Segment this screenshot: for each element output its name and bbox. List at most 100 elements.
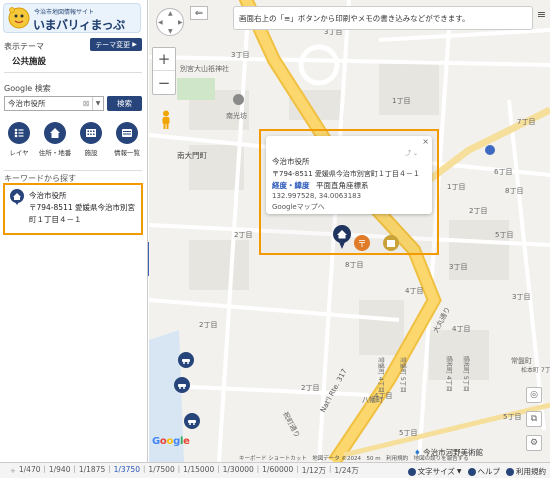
help-link[interactable]: ヘルプ	[467, 466, 501, 477]
theme-change-label: テーマ変更	[95, 40, 131, 49]
map-label: 南光坊	[226, 112, 247, 120]
pan-control[interactable]: ▲ ▼ ◀ ▶	[156, 8, 184, 36]
text-size-label: 文字サイズ	[417, 467, 455, 476]
map-label: 八幡町	[362, 396, 383, 404]
back-arrow-icon[interactable]: ⇐	[190, 6, 208, 20]
sidebar: 今治市地図情報サイト いまバリィまっぷ 表示テーマ テーマ変更 ▶ 公共施設 G…	[0, 0, 148, 462]
search-box: ⊠ ▼	[4, 96, 104, 111]
car-poi-icon[interactable]	[174, 377, 190, 393]
post-office-icon[interactable]: 〒	[354, 235, 370, 251]
map-label: 3丁目	[231, 51, 250, 59]
map-label: 3丁目	[449, 263, 468, 271]
mascot-icon	[8, 7, 30, 29]
help-icon	[467, 467, 476, 476]
city-hall-marker-icon[interactable]	[331, 224, 353, 250]
text-size-button[interactable]: 文字サイズ ▼	[407, 466, 462, 477]
map-label: 南大門町	[177, 151, 207, 160]
terms-link[interactable]: 利用規約	[506, 466, 546, 477]
map-attribution[interactable]: キーボード ショートカット 地図データ ©2024 50 m 利用規約 地図の誤…	[239, 454, 469, 462]
tool-label: 住所・地番	[38, 149, 72, 157]
scale-option[interactable]: 1/940	[46, 465, 74, 476]
scale-option[interactable]: 1/3750	[111, 465, 143, 476]
scale-option[interactable]: 1/15000	[180, 465, 217, 476]
copy-icon[interactable]: ⧉	[526, 411, 542, 427]
map-label: 3丁目	[512, 293, 531, 301]
map-label: 別宮大山祇神社	[180, 65, 229, 73]
scale-option[interactable]: 1/24万	[331, 465, 361, 476]
layers-icon	[8, 122, 30, 144]
info-message: 画面右上の「≡」ボタンから印刷やメモの書き込みなどができます。	[233, 6, 533, 30]
map-label: 5丁目	[399, 429, 418, 437]
map-label: 6丁目	[494, 168, 513, 176]
footer-links: 文字サイズ ▼ ヘルプ 利用規約	[407, 466, 546, 477]
tool-layers[interactable]: レイヤ	[1, 122, 37, 157]
clear-icon[interactable]: ⊠	[80, 98, 92, 110]
tool-label: レイヤ	[9, 149, 29, 157]
share-icon[interactable]: ⤴︎ ⌄	[405, 148, 418, 157]
map-label: 2丁目	[469, 207, 488, 215]
play-icon: ▶	[132, 41, 137, 48]
terms-label: 利用規約	[516, 467, 546, 476]
map-area[interactable]: 3丁目 3丁目 別宮大山祇神社 南光坊 南大門町 1丁目 2丁目 2丁目 2丁目…	[149, 0, 550, 462]
map-label: 照和町 4丁目	[445, 356, 452, 392]
home-icon	[44, 122, 66, 144]
help-label: ヘルプ	[477, 467, 501, 476]
theme-change-button[interactable]: テーマ変更 ▶	[90, 38, 142, 51]
search-input[interactable]	[5, 99, 80, 108]
map-label: 常盤町 5丁目	[399, 357, 406, 393]
coord-system-link[interactable]: 平面直角座標系	[316, 180, 369, 191]
chevron-down-icon[interactable]: ▼	[92, 97, 103, 110]
popup-coordinates: 132.997528, 34.0063183	[272, 192, 362, 200]
tool-address[interactable]: 住所・地番	[37, 122, 73, 157]
google-maps-link[interactable]: Googleマップへ	[272, 202, 325, 212]
scale-option[interactable]: 1/7500	[145, 465, 177, 476]
site-logo[interactable]: 今治市地図情報サイト いまバリィまっぷ	[3, 3, 141, 33]
zoom-out-button[interactable]: −	[153, 71, 175, 94]
car-poi-icon[interactable]	[184, 413, 200, 429]
gear-icon[interactable]: ⚙	[526, 435, 542, 451]
scale-option[interactable]: 1/12万	[299, 465, 329, 476]
map-label: 2丁目	[234, 231, 253, 239]
zoom-control: + −	[152, 47, 176, 95]
tool-info-list[interactable]: 情報一覧	[109, 122, 145, 157]
map-label: 松本町 7丁目	[521, 367, 550, 374]
close-icon[interactable]: ×	[422, 137, 429, 146]
search-result-item[interactable]: 今治市役所 〒794-8511 愛媛県今治市別宮町１丁目４－１	[3, 183, 143, 235]
map-label: 5丁目	[495, 231, 514, 239]
list-icon	[116, 122, 138, 144]
poi-icon	[485, 145, 495, 155]
menu-icon[interactable]: ≡	[535, 8, 548, 21]
tool-label: 施設	[84, 149, 98, 157]
map-label: 2丁目	[301, 384, 320, 392]
map-label: 4丁目	[405, 287, 424, 295]
map-label: 8丁目	[345, 261, 364, 269]
scale-option[interactable]: 1/470	[16, 465, 44, 476]
map-label: 4丁目	[452, 325, 471, 333]
result-name: 今治市役所	[29, 191, 67, 200]
divider	[4, 72, 142, 73]
map-label: 2丁目	[199, 321, 218, 329]
google-logo: Google	[152, 436, 190, 447]
scale-option[interactable]: 1/1875	[76, 465, 108, 476]
map-label: 常盤町 4丁目	[377, 357, 384, 393]
building-icon	[80, 122, 102, 144]
car-poi-icon[interactable]	[178, 352, 194, 368]
logo-subtitle: 今治市地図情報サイト	[34, 9, 95, 16]
map-label: 照和町 5丁目	[462, 356, 469, 392]
scale-option[interactable]: 1/60000	[259, 465, 296, 476]
text-size-icon	[407, 467, 416, 476]
map-label: 1丁目	[447, 183, 466, 191]
search-button[interactable]: 検索	[107, 96, 142, 111]
tool-facility[interactable]: 施設	[73, 122, 109, 157]
map-label: 1丁目	[392, 97, 411, 105]
location-icon[interactable]: ◎	[526, 387, 542, 403]
coord-toggle-link[interactable]: 経度・緯度	[272, 180, 310, 191]
zoom-in-button[interactable]: +	[153, 48, 175, 71]
popup-title: 今治市役所	[272, 157, 310, 166]
divider	[4, 170, 142, 171]
google-search-label: Google 検索	[4, 84, 51, 93]
street-view-pegman-icon[interactable]	[160, 110, 172, 130]
scale-list: 1/470 | 1/940 | 1/1875 | 1/3750 | 1/7500 | 1/15000…	[16, 465, 362, 476]
scale-option[interactable]: 1/30000	[220, 465, 257, 476]
facility-icon[interactable]	[383, 235, 399, 251]
